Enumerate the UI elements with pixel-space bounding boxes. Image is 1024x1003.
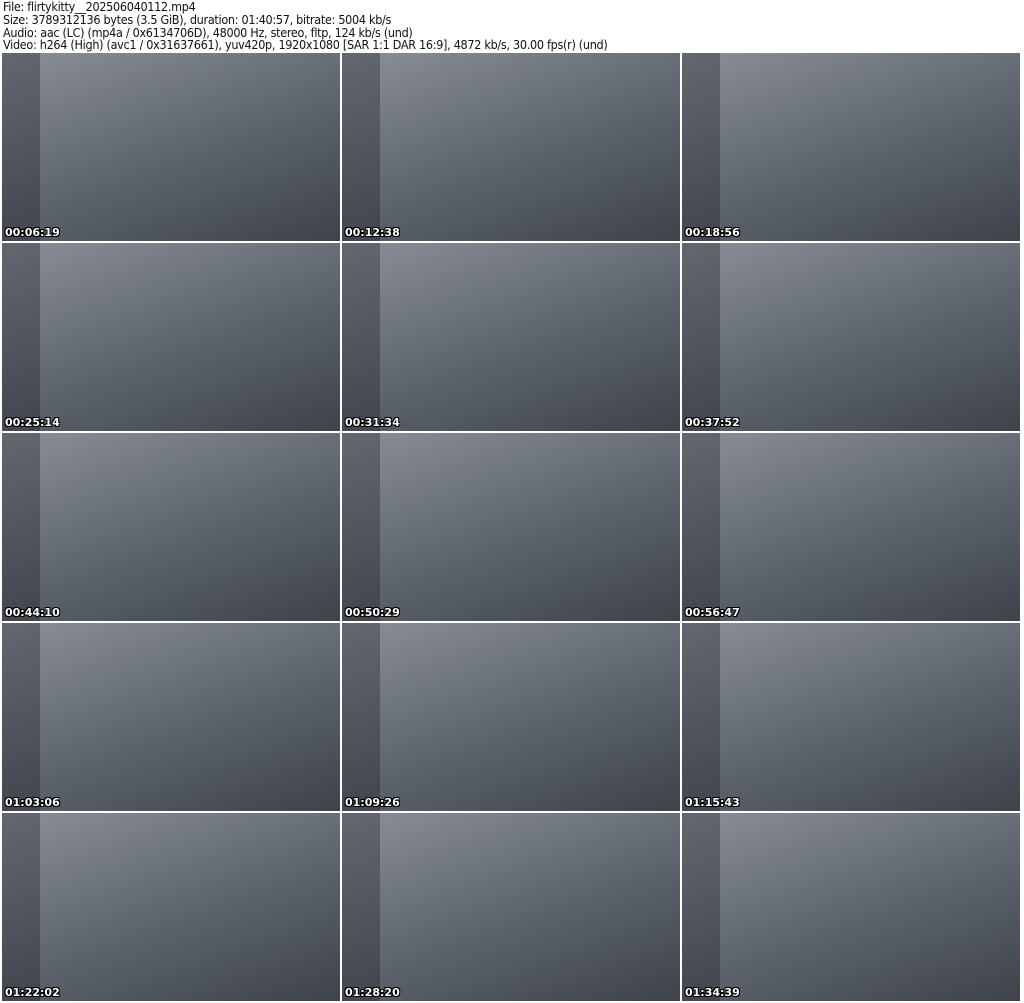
video-thumbnail: 01:09:26 <box>342 623 680 811</box>
thumbnail-grid: 00:06:19 00:12:38 00:18:56 00:25:14 00:31:34… <box>2 53 1020 1001</box>
thumbnail-timestamp: 00:56:47 <box>685 606 740 619</box>
thumbnail-timestamp: 01:15:43 <box>685 796 740 809</box>
video-thumbnail: 00:50:29 <box>342 433 680 621</box>
thumbnail-timestamp: 00:12:38 <box>345 226 400 239</box>
video-info: Video: h264 (High) (avc1 / 0x31637661), … <box>3 37 608 53</box>
video-thumbnail: 01:03:06 <box>2 623 340 811</box>
thumbnail-timestamp: 00:50:29 <box>345 606 400 619</box>
video-thumbnail: 00:25:14 <box>2 243 340 431</box>
thumbnail-timestamp: 01:03:06 <box>5 796 60 809</box>
video-thumbnail: 00:31:34 <box>342 243 680 431</box>
video-thumbnail: 00:37:52 <box>682 243 1020 431</box>
video-thumbnail: 00:12:38 <box>342 53 680 241</box>
video-thumbnail: 01:34:39 <box>682 813 1020 1001</box>
thumbnail-timestamp: 00:37:52 <box>685 416 740 429</box>
video-thumbnail: 00:06:19 <box>2 53 340 241</box>
video-thumbnail: 01:28:20 <box>342 813 680 1001</box>
thumbnail-timestamp: 00:44:10 <box>5 606 60 619</box>
thumbnail-timestamp: 00:18:56 <box>685 226 740 239</box>
video-thumbnail: 00:56:47 <box>682 433 1020 621</box>
thumbnail-timestamp: 01:22:02 <box>5 986 60 999</box>
file-info-header: File: flirtykitty__202506040112.mp4 Size… <box>3 0 608 53</box>
video-thumbnail: 01:22:02 <box>2 813 340 1001</box>
thumbnail-timestamp: 01:34:39 <box>685 986 740 999</box>
thumbnail-timestamp: 01:28:20 <box>345 986 400 999</box>
thumbnail-timestamp: 01:09:26 <box>345 796 400 809</box>
video-thumbnail: 01:15:43 <box>682 623 1020 811</box>
thumbnail-timestamp: 00:25:14 <box>5 416 60 429</box>
thumbnail-timestamp: 00:06:19 <box>5 226 60 239</box>
video-thumbnail: 00:44:10 <box>2 433 340 621</box>
video-thumbnail: 00:18:56 <box>682 53 1020 241</box>
thumbnail-timestamp: 00:31:34 <box>345 416 400 429</box>
